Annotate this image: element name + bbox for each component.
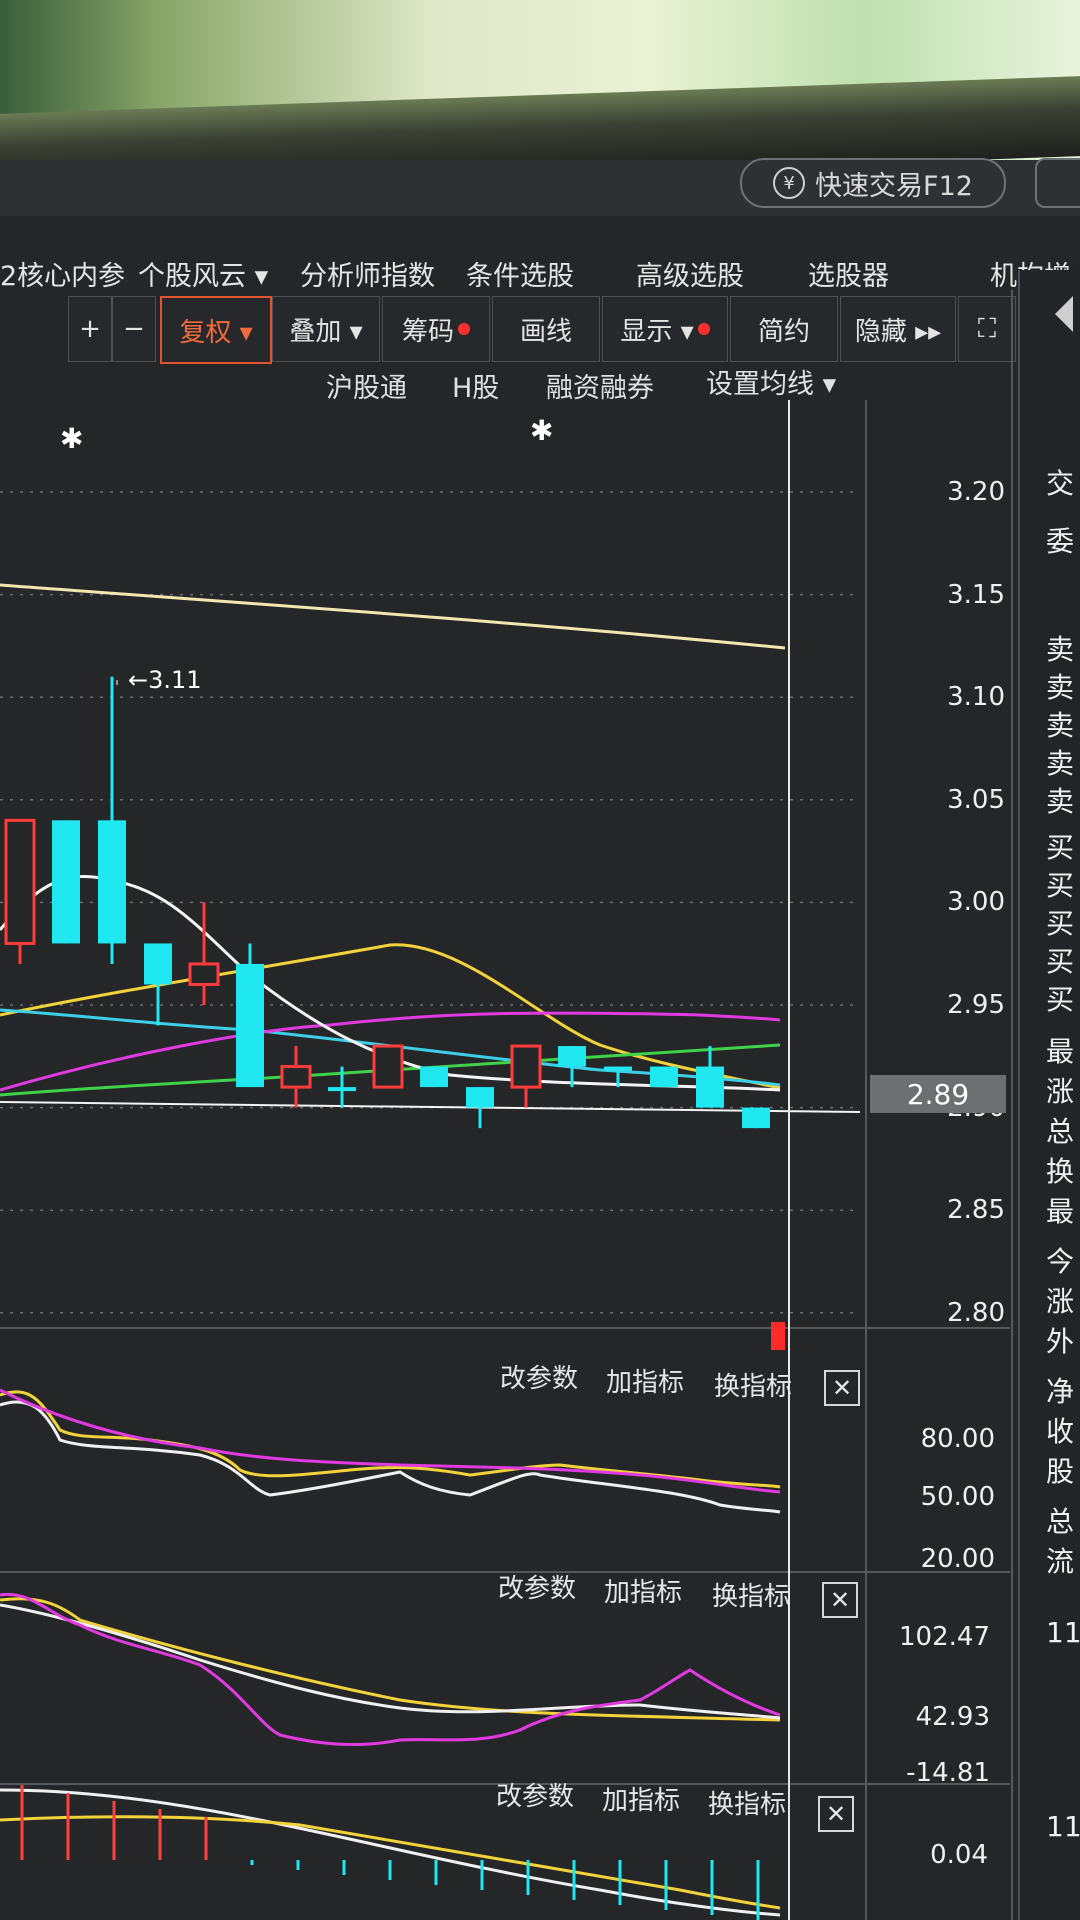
candle-body <box>510 1044 542 1089</box>
add-indicator-button[interactable]: 加指标 <box>602 1780 680 1817</box>
indicator-tick: 50.00 <box>920 1482 995 1512</box>
indicator-tick: 0.04 <box>930 1840 988 1870</box>
close-icon[interactable]: ✕ <box>824 1370 860 1406</box>
price-tick: 3.05 <box>947 785 1005 815</box>
candle-body <box>696 1066 724 1108</box>
volume-marker <box>771 1322 785 1350</box>
price-tick: 3.20 <box>947 477 1005 507</box>
candle-body <box>188 962 220 986</box>
right-panel-label: 收 <box>1046 1415 1075 1448</box>
price-grid <box>0 491 860 1314</box>
price-tick: 2.80 <box>947 1298 1005 1328</box>
candle-body <box>280 1065 312 1089</box>
right-panel-label: 卖 <box>1046 633 1075 666</box>
edit-params-button[interactable]: 改参数 <box>498 1568 576 1605</box>
indicator-tick: 80.00 <box>920 1424 995 1454</box>
right-panel-label: 最 <box>1046 1035 1075 1068</box>
price-tick: 3.10 <box>947 682 1005 712</box>
right-panel-label: 买 <box>1046 831 1075 864</box>
current-price-badge: 2.89 <box>870 1075 1006 1113</box>
edit-params-button[interactable]: 改参数 <box>500 1358 578 1395</box>
right-panel-label: 最 <box>1046 1195 1075 1228</box>
right-panel-label: 卖 <box>1046 785 1075 818</box>
rsi-line-white <box>0 1603 781 1720</box>
edit-params-button[interactable]: 改参数 <box>496 1776 574 1813</box>
switch-indicator-button[interactable]: 换指标 <box>714 1366 792 1403</box>
event-star-icon: ✱ <box>530 414 553 447</box>
right-panel-label: 总 <box>1046 1505 1075 1538</box>
price-tick: 3.00 <box>947 887 1005 917</box>
price-tick: 3.15 <box>947 580 1005 610</box>
right-panel-label: 股 <box>1046 1455 1075 1488</box>
right-panel-label: 买 <box>1046 983 1075 1016</box>
collapse-left-icon[interactable] <box>1055 296 1073 332</box>
right-panel-label: 涨 <box>1046 1075 1075 1108</box>
indicator-tick: 20.00 <box>920 1544 995 1574</box>
candle-body <box>328 1087 356 1092</box>
peak-price-label: ←3.11 <box>128 666 202 694</box>
right-panel-label: 卖 <box>1046 709 1075 742</box>
switch-indicator-button[interactable]: 换指标 <box>708 1784 786 1821</box>
add-indicator-button[interactable]: 加指标 <box>606 1362 684 1399</box>
right-panel-label: 今 <box>1046 1245 1075 1278</box>
switch-indicator-button[interactable]: 换指标 <box>712 1576 790 1613</box>
close-icon[interactable]: ✕ <box>818 1796 854 1832</box>
right-panel-label: 11 <box>1046 1616 1080 1649</box>
right-panel-label: 卖 <box>1046 671 1075 704</box>
right-panel-label: 买 <box>1046 945 1075 978</box>
right-panel-label: 涨 <box>1046 1285 1075 1318</box>
right-panel-label: 委 <box>1046 525 1075 558</box>
price-tick: 2.85 <box>947 1195 1005 1225</box>
rsi-line-yellow <box>0 1597 781 1722</box>
right-panel-label: 买 <box>1046 869 1075 902</box>
candle-body <box>4 818 36 945</box>
right-panel-label: 净 <box>1046 1375 1075 1408</box>
right-panel-label: 卖 <box>1046 747 1075 780</box>
candle-body <box>650 1066 678 1088</box>
right-panel-label: 11 <box>1046 1810 1080 1843</box>
candle-body <box>742 1107 770 1129</box>
candle-body <box>558 1046 586 1067</box>
kdj-line-magenta <box>0 1388 781 1494</box>
price-tick: 2.95 <box>947 990 1005 1020</box>
candle-body <box>52 820 80 944</box>
candle-body <box>98 820 126 944</box>
right-panel-label: 总 <box>1046 1115 1075 1148</box>
candle-body <box>420 1066 448 1088</box>
candle-body <box>236 963 264 1088</box>
close-icon[interactable]: ✕ <box>822 1582 858 1618</box>
indicator-tick: 42.93 <box>915 1702 990 1732</box>
right-panel-label: 交 <box>1046 467 1075 500</box>
right-panel-label: 流 <box>1046 1545 1075 1578</box>
candle-body <box>466 1087 494 1108</box>
rsi-line-magenta <box>0 1592 781 1747</box>
kdj-line-white <box>0 1400 781 1514</box>
indicator-tick: 102.47 <box>899 1622 990 1652</box>
right-panel-label: 外 <box>1046 1325 1075 1358</box>
candle-body <box>372 1044 404 1089</box>
candle-body <box>604 1066 632 1071</box>
event-star-icon: ✱ <box>60 422 83 455</box>
add-indicator-button[interactable]: 加指标 <box>604 1572 682 1609</box>
right-panel-label: 换 <box>1046 1155 1075 1188</box>
right-panel-label: 买 <box>1046 907 1075 940</box>
candle-body <box>144 943 172 985</box>
indicator-tick: -14.81 <box>906 1758 990 1788</box>
